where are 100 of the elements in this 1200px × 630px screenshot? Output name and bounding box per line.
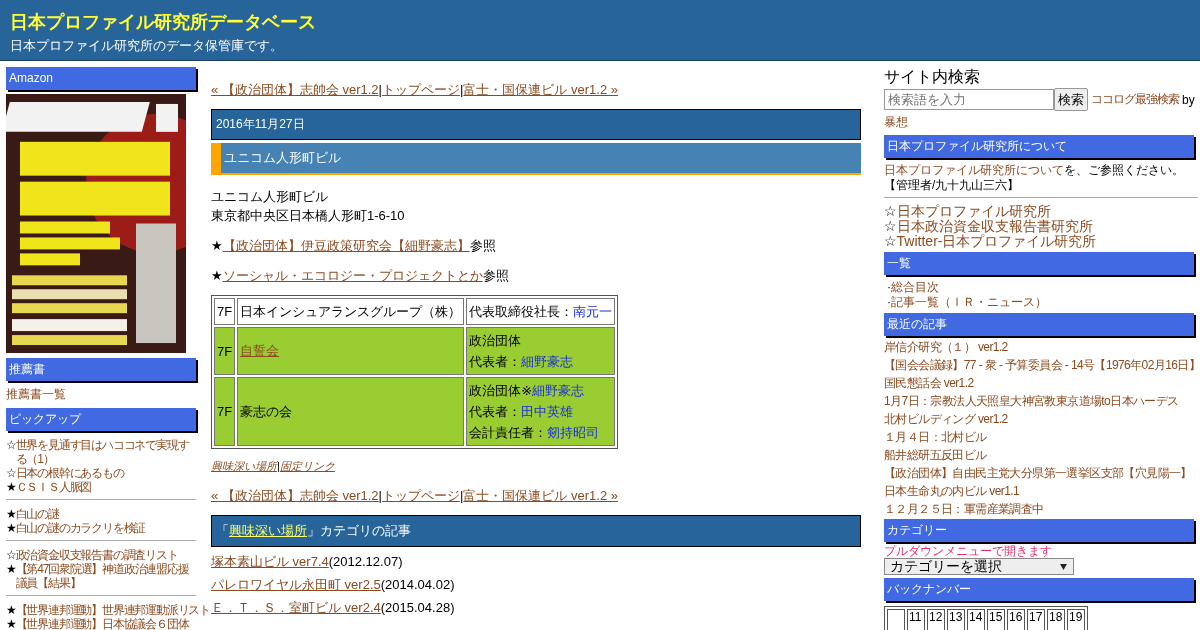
- site-link[interactable]: 日本プロファイル研究所: [896, 203, 1051, 219]
- separator: |: [460, 82, 464, 97]
- bullet-mark: ·: [887, 295, 891, 309]
- heading-text: 「: [216, 523, 229, 538]
- site-link[interactable]: Twitter-日本プロファイル研究所: [896, 233, 1097, 249]
- index-link[interactable]: 総合目次: [891, 280, 939, 294]
- separator: |: [378, 82, 382, 97]
- calendar-day[interactable]: 14: [967, 609, 985, 630]
- widget-heading: ピックアップ: [6, 408, 196, 431]
- widget-heading: バックナンバー: [884, 578, 1194, 601]
- site-link[interactable]: 日本政治資金収支報告書研究所: [896, 218, 1093, 234]
- site-title[interactable]: 日本プロファイル研究所データベース: [10, 10, 316, 34]
- widget-heading: 一覧: [884, 252, 1194, 275]
- person-link[interactable]: 細野豪志: [532, 383, 585, 398]
- about-link[interactable]: 日本プロファイル研究所について: [884, 163, 1064, 177]
- recent-article-link[interactable]: 北村ビルディング ver1.2: [884, 410, 1008, 428]
- category-link[interactable]: 興味深い場所: [211, 460, 277, 472]
- star-mark: ☆: [6, 548, 16, 562]
- star-mark: ☆: [884, 233, 897, 249]
- dropdown-arrow-icon: [1060, 563, 1067, 570]
- top-link[interactable]: トップページ: [382, 82, 460, 97]
- body-text: 参照: [482, 268, 509, 283]
- pickup-link[interactable]: 【第47回衆院選】神道政治連盟応援議員【結果】: [15, 562, 196, 590]
- prev-link[interactable]: « 【政治団体】志帥会 ver1.2: [211, 488, 379, 503]
- person-link[interactable]: 南元一: [573, 304, 613, 319]
- pickup-link[interactable]: 【世界連邦運動】世界連邦運動派リスト: [15, 603, 210, 617]
- star-mark: ★: [6, 480, 16, 494]
- person-link[interactable]: 細野豪志: [521, 354, 574, 369]
- reference-link[interactable]: 【政治団体】伊豆政策研究会【細野豪志】: [222, 238, 470, 253]
- about-text: を、ご参照ください。: [1064, 163, 1184, 177]
- recent-article-link[interactable]: １月４日：北村ビル: [884, 428, 987, 446]
- category-select[interactable]: カテゴリーを選択: [884, 558, 1074, 575]
- pickup-link[interactable]: 政治資金収支報告書の調査リスト: [15, 548, 178, 562]
- category-link[interactable]: 興味深い場所: [229, 523, 307, 538]
- author-link[interactable]: 暴想: [884, 114, 908, 131]
- prev-link[interactable]: « 【政治団体】志帥会 ver1.2: [211, 82, 379, 97]
- widget-heading: 日本プロファイル研究所について: [884, 135, 1194, 158]
- pickup-link[interactable]: 白山の謎: [15, 507, 59, 521]
- index-link[interactable]: 記事一覧（ＩＲ・ニュース）: [891, 295, 1047, 309]
- article-link[interactable]: パレロワイヤル永田町 ver2.5: [211, 577, 381, 592]
- recent-article-link[interactable]: １２月２５日：軍需産業調査中: [884, 500, 1044, 518]
- cell-text: 豪志の会: [240, 403, 293, 419]
- recent-article-link[interactable]: 岸信介研究（１） ver1.2: [884, 338, 1008, 356]
- calendar-day[interactable]: 13: [947, 609, 965, 630]
- search-field[interactable]: 検索語を入力: [884, 89, 1054, 110]
- heading-text: 」カテゴリの記事: [307, 523, 411, 538]
- separator: |: [460, 488, 464, 503]
- article-date: (2015.04.28): [380, 600, 455, 615]
- article-link[interactable]: Ｅ．Ｔ．Ｓ．室町ビル ver2.4: [211, 600, 381, 615]
- pickup-link[interactable]: ＣＳＩＳ人脈図: [15, 480, 92, 494]
- top-link[interactable]: トップページ: [382, 488, 460, 503]
- credit-link[interactable]: ココログ最強検索: [1091, 91, 1179, 108]
- table-cell: 7F: [214, 327, 236, 375]
- article-link[interactable]: 塚本素山ビル ver7.4: [211, 554, 329, 569]
- calendar-day[interactable]: 11: [907, 609, 925, 630]
- pickup-link[interactable]: 日本の根幹にあるもの: [15, 466, 124, 480]
- table-cell: 7F: [214, 298, 236, 325]
- star-mark: ★: [211, 238, 223, 253]
- recent-article-link[interactable]: 国民懇話会 ver1.2: [884, 374, 974, 392]
- calendar-day[interactable]: 12: [927, 609, 945, 630]
- star-mark: ★: [6, 562, 16, 578]
- calendar-day[interactable]: 15: [987, 609, 1005, 630]
- next-link[interactable]: 富士・国保連ビル ver1.2 »: [463, 488, 618, 503]
- pickup-link[interactable]: 世界を見通す目はハココネで実現する（1）: [15, 438, 196, 466]
- widget-heading: 推薦書: [6, 358, 196, 381]
- recent-article-link[interactable]: 【国会会議録】77 - 衆 - 予算委員会 - 14号【1976年02月16日】: [884, 356, 1200, 374]
- pickup-link[interactable]: 白山の謎のカラクリを検証: [15, 521, 146, 535]
- separator: |: [277, 460, 280, 472]
- organization-link[interactable]: 自誓会: [240, 343, 280, 358]
- table-cell: 7F: [214, 377, 236, 446]
- bullet-mark: ·: [887, 280, 891, 294]
- cell-text: 政治団体※: [469, 383, 533, 398]
- calendar-day[interactable]: 18: [1047, 609, 1065, 630]
- star-mark: ☆: [884, 203, 897, 219]
- next-link[interactable]: 富士・国保連ビル ver1.2 »: [463, 82, 618, 97]
- reference-link[interactable]: ソーシャル・エコロジー・プロジェクトとか: [222, 268, 483, 283]
- recent-article-link[interactable]: 船井総研五反田ビル: [884, 446, 987, 464]
- star-mark: ☆: [884, 218, 897, 234]
- date-heading: 2016年11月27日: [211, 109, 861, 140]
- pickup-link[interactable]: 【世界連邦運動】日本協議会６団体: [15, 617, 189, 630]
- recent-article-link[interactable]: 【政治団体】自由民主党大分県第一選挙区支部【穴見陽一】: [884, 464, 1192, 482]
- recent-article-link[interactable]: 日本生命丸の内ビル ver1.1: [884, 482, 1020, 500]
- calendar-day[interactable]: 16: [1007, 609, 1025, 630]
- star-mark: ★: [6, 521, 16, 535]
- separator: |: [378, 488, 382, 503]
- admin-text: 【管理者/九十九山三六】: [884, 178, 1021, 193]
- calendar-day[interactable]: 17: [1027, 609, 1045, 630]
- person-link[interactable]: 田中英雄: [521, 404, 574, 419]
- search-button[interactable]: 検索: [1054, 88, 1088, 111]
- recent-article-link[interactable]: 1月7日：宗教法人天照皇大神宮教東京道場to日本ハーデス: [884, 392, 1179, 410]
- body-text: 東京都中央区日本橋人形町1-6-10: [211, 207, 406, 225]
- calendar-day[interactable]: 19: [1067, 609, 1085, 630]
- permalink-link[interactable]: 固定リンク: [279, 460, 335, 472]
- person-link[interactable]: 剱持昭司: [547, 425, 600, 440]
- widget-heading: 最近の記事: [884, 313, 1194, 336]
- cell-text: 政治団体: [469, 333, 522, 348]
- cell-text: 代表者：: [469, 354, 522, 369]
- recommend-link[interactable]: 推薦書一覧: [6, 386, 211, 403]
- star-mark: ★: [6, 603, 16, 617]
- article-date: (2012.12.07): [328, 554, 403, 569]
